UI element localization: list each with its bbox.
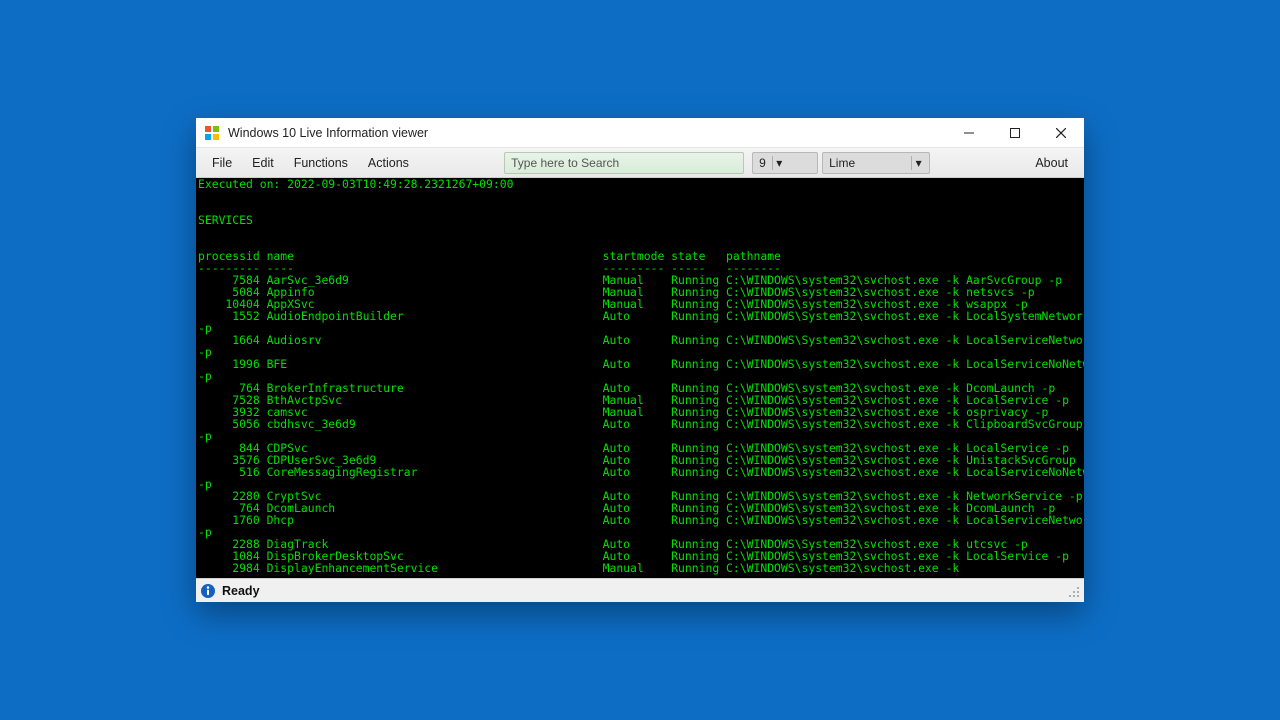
color-value: Lime [829,156,855,170]
terminal-area: Executed on: 2022-09-03T10:49:28.2321267… [196,178,1084,578]
info-icon [200,583,216,599]
fontsize-combo[interactable]: 9 ▾ [752,152,818,174]
titlebar: Windows 10 Live Information viewer [196,118,1084,148]
maximize-button[interactable] [992,118,1038,148]
minimize-button[interactable] [946,118,992,148]
window-controls [946,118,1084,148]
search-input[interactable]: Type here to Search [504,152,744,174]
fontsize-value: 9 [759,156,766,170]
window-title: Windows 10 Live Information viewer [228,126,428,140]
close-button[interactable] [1038,118,1084,148]
chevron-down-icon: ▾ [911,156,925,170]
color-combo[interactable]: Lime ▾ [822,152,930,174]
menu-file[interactable]: File [202,152,242,174]
search-placeholder: Type here to Search [511,156,619,170]
chevron-down-icon: ▾ [772,156,786,170]
menu-edit[interactable]: Edit [242,152,284,174]
resize-grip-icon[interactable] [1066,584,1080,598]
menu-actions[interactable]: Actions [358,152,419,174]
app-icon [204,125,220,141]
app-window: Windows 10 Live Information viewer File … [196,118,1084,602]
terminal-output[interactable]: Executed on: 2022-09-03T10:49:28.2321267… [196,178,1084,578]
menu-functions[interactable]: Functions [284,152,358,174]
menu-about[interactable]: About [1025,152,1078,174]
status-text: Ready [222,584,260,598]
toolbar: File Edit Functions Actions Type here to… [196,148,1084,178]
statusbar: Ready [196,578,1084,602]
